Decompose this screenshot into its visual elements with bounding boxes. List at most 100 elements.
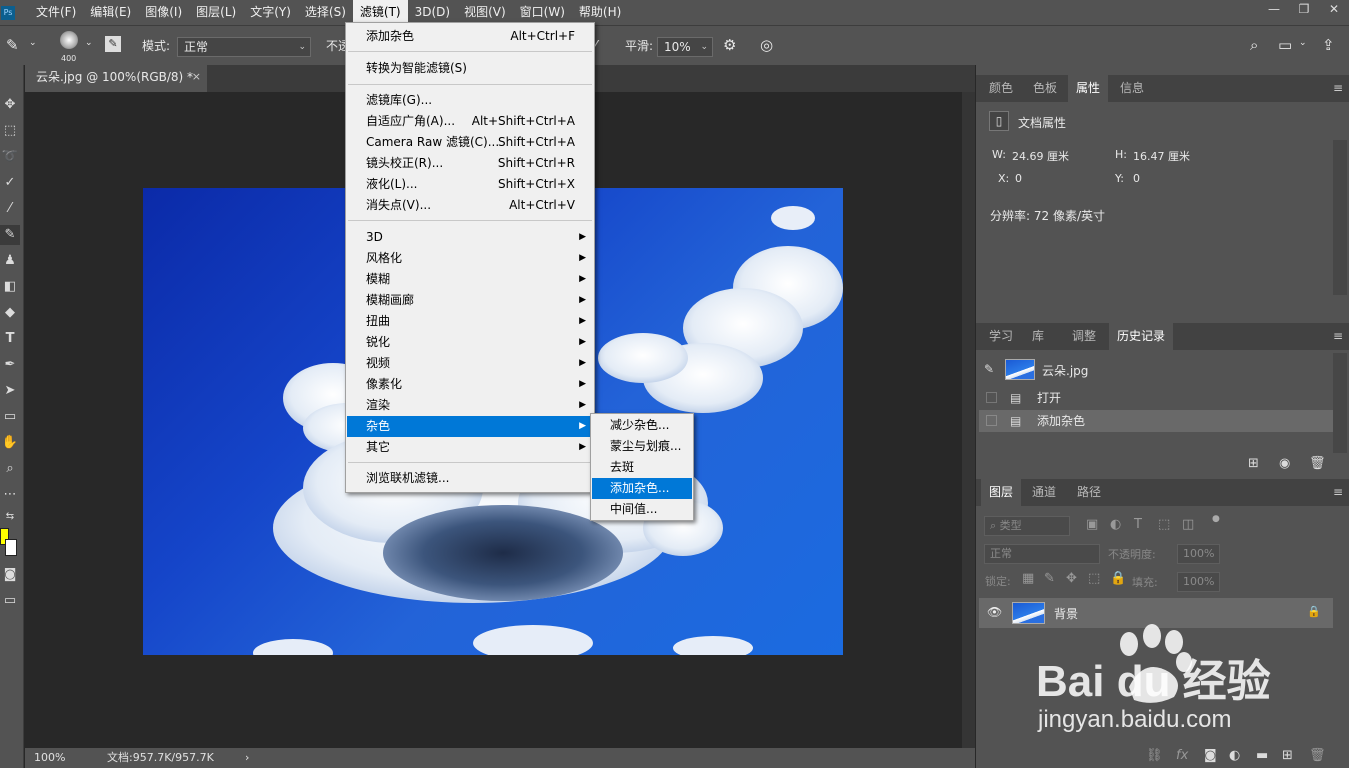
hand-tool-icon[interactable]: ✋ xyxy=(0,433,20,453)
stamp-tool-icon[interactable]: ♟ xyxy=(0,251,20,271)
adjustment-layer-icon[interactable]: ◐ xyxy=(1229,748,1240,763)
noise-submenu-median[interactable]: 中间值... xyxy=(592,499,692,520)
trash-icon[interactable]: 🗑 xyxy=(1309,748,1326,763)
menu-type[interactable]: 文字(Y) xyxy=(243,0,298,25)
chevron-down-icon[interactable]: ⌄ xyxy=(1299,38,1307,48)
lasso-tool-icon[interactable]: ➰ xyxy=(0,147,20,167)
filter-menu-item-browse-online[interactable]: 浏览联机滤镜... xyxy=(347,468,593,489)
new-layer-icon[interactable]: ⊞ xyxy=(1282,748,1293,763)
noise-submenu-dust-scratches[interactable]: 蒙尘与划痕... xyxy=(592,436,692,457)
tab-paths[interactable]: 路径 xyxy=(1069,479,1109,506)
type-tool-icon[interactable]: T xyxy=(0,329,20,349)
fill-field[interactable]: 100% xyxy=(1177,572,1220,592)
lock-position-icon[interactable]: ✥ xyxy=(1066,571,1077,586)
filter-menu-item-filter-gallery[interactable]: 滤镜库(G)... xyxy=(347,90,593,111)
new-document-from-state-icon[interactable]: ⊞ xyxy=(1248,456,1259,471)
filter-menu-item-noise[interactable]: 杂色 ▶ xyxy=(347,416,593,437)
tab-info[interactable]: 信息 xyxy=(1112,75,1152,102)
blend-mode-select[interactable]: 正常 xyxy=(984,544,1100,564)
filter-toggle-icon[interactable]: ● xyxy=(1212,514,1220,524)
panel-menu-icon[interactable]: ≡ xyxy=(1333,75,1343,102)
filter-shape-icon[interactable]: ⬚ xyxy=(1158,517,1170,532)
quick-select-tool-icon[interactable]: ✓ xyxy=(0,173,20,193)
filter-menu-item-sharpen[interactable]: 锐化 ▶ xyxy=(347,332,593,353)
filter-pixel-icon[interactable]: ▣ xyxy=(1086,517,1098,532)
history-brush-checkbox[interactable] xyxy=(986,392,997,403)
tab-color[interactable]: 颜色 xyxy=(981,75,1021,102)
filter-menu-item-last-filter[interactable]: 添加杂色 Alt+Ctrl+F xyxy=(347,26,593,47)
menu-file[interactable]: 文件(F) xyxy=(29,0,83,25)
filter-menu-item-video[interactable]: 视频 ▶ xyxy=(347,353,593,374)
path-select-tool-icon[interactable]: ➤ xyxy=(0,381,20,401)
layer-filter-select[interactable]: ⌕ 类型 xyxy=(984,516,1070,536)
quick-mask-icon[interactable]: ◙ xyxy=(0,565,20,585)
background-color-swatch[interactable] xyxy=(5,539,17,556)
link-layers-icon[interactable]: ⛓ xyxy=(1146,748,1163,763)
smoothing-select[interactable]: 10% ⌄ xyxy=(657,37,713,57)
menu-edit[interactable]: 编辑(E) xyxy=(83,0,138,25)
close-icon[interactable]: × xyxy=(192,65,201,89)
x-value[interactable]: 0 xyxy=(1015,172,1022,185)
lock-all-icon[interactable]: 🔒 xyxy=(1110,571,1126,586)
restore-button[interactable]: ❐ xyxy=(1289,0,1319,18)
tab-swatches[interactable]: 色板 xyxy=(1025,75,1065,102)
history-state-open[interactable]: ▤ 打开 xyxy=(979,387,1333,409)
zoom-tool-icon[interactable]: ⌕ xyxy=(0,459,20,479)
eye-icon[interactable]: 👁 xyxy=(987,605,1002,619)
canvas-vertical-scrollbar[interactable] xyxy=(962,92,975,748)
mode-select[interactable]: 正常 ⌄ xyxy=(177,37,311,57)
camera-icon[interactable]: ◉ xyxy=(1279,456,1290,471)
filter-menu-item-3d[interactable]: 3D ▶ xyxy=(347,227,593,248)
filter-menu-item-stylize[interactable]: 风格化 ▶ xyxy=(347,248,593,269)
gear-icon[interactable]: ⚙ xyxy=(723,36,736,54)
lock-image-icon[interactable]: ✎ xyxy=(1044,571,1055,586)
status-menu-arrow-icon[interactable]: › xyxy=(245,748,249,768)
search-icon[interactable]: ⌕ xyxy=(1250,36,1258,54)
filter-menu-item-smart-filter[interactable]: 转换为智能滤镜(S) xyxy=(347,58,593,79)
tab-history[interactable]: 历史记录 xyxy=(1109,323,1174,350)
tab-learn[interactable]: 学习 xyxy=(981,323,1021,350)
rectangle-tool-icon[interactable]: ▭ xyxy=(0,407,20,427)
zoom-level[interactable]: 100% xyxy=(34,748,65,768)
swap-colors-icon[interactable]: ⇆ xyxy=(0,507,20,527)
document-tab[interactable]: 云朵.jpg @ 100%(RGB/8) * × xyxy=(25,65,207,92)
tab-layers[interactable]: 图层 xyxy=(981,479,1022,506)
tool-preset-dropdown-icon[interactable]: ⌄ xyxy=(29,38,37,48)
filter-menu-item-lens-correction[interactable]: 镜头校正(R)... Shift+Ctrl+R xyxy=(347,153,593,174)
brush-tool-icon[interactable]: ✎ xyxy=(6,36,19,54)
marquee-tool-icon[interactable]: ⬚ xyxy=(0,121,20,141)
move-tool-icon[interactable]: ✥ xyxy=(0,95,20,115)
filter-menu-item-blur[interactable]: 模糊 ▶ xyxy=(347,269,593,290)
tab-channels[interactable]: 通道 xyxy=(1024,479,1064,506)
y-value[interactable]: 0 xyxy=(1133,172,1140,185)
more-tools-icon[interactable]: ⋯ xyxy=(0,485,20,505)
eraser-tool-icon[interactable]: ◧ xyxy=(0,277,20,297)
filter-type-icon[interactable]: T xyxy=(1134,517,1142,532)
layer-opacity-field[interactable]: 100% xyxy=(1177,544,1220,564)
menu-layer[interactable]: 图层(L) xyxy=(189,0,243,25)
tab-libraries[interactable]: 库 xyxy=(1024,323,1052,350)
history-brush-checkbox[interactable] xyxy=(986,415,997,426)
add-mask-icon[interactable]: ◙ xyxy=(1204,748,1217,763)
history-brush-source-icon[interactable]: ✎ xyxy=(984,362,994,376)
noise-submenu-add-noise[interactable]: 添加杂色... xyxy=(592,478,692,499)
filter-menu-item-adaptive-wide-angle[interactable]: 自适应广角(A)... Alt+Shift+Ctrl+A xyxy=(347,111,593,132)
filter-adjustment-icon[interactable]: ◐ xyxy=(1110,517,1121,532)
height-value[interactable]: 16.47 厘米 xyxy=(1133,148,1190,164)
workspace-icon[interactable]: ▭ xyxy=(1278,36,1292,54)
snapshot-name[interactable]: 云朵.jpg xyxy=(1042,362,1088,379)
filter-menu-item-pixelate[interactable]: 像素化 ▶ xyxy=(347,374,593,395)
layer-name[interactable]: 背景 xyxy=(1054,605,1078,622)
filter-menu-item-other[interactable]: 其它 ▶ xyxy=(347,437,593,458)
close-button[interactable]: ✕ xyxy=(1319,0,1349,18)
noise-submenu-reduce-noise[interactable]: 减少杂色... xyxy=(592,415,692,436)
panel-menu-icon[interactable]: ≡ xyxy=(1333,479,1343,506)
filter-menu-item-distort[interactable]: 扭曲 ▶ xyxy=(347,311,593,332)
symmetry-icon[interactable]: ◎ xyxy=(760,36,773,54)
width-value[interactable]: 24.69 厘米 xyxy=(1012,148,1069,164)
filter-menu-item-vanishing-point[interactable]: 消失点(V)... Alt+Ctrl+V xyxy=(347,195,593,216)
properties-scrollbar[interactable] xyxy=(1333,140,1347,295)
brush-settings-icon[interactable]: ✎ xyxy=(105,36,121,52)
screen-mode-icon[interactable]: ▭ xyxy=(0,591,20,611)
eyedropper-tool-icon[interactable]: ⁄ xyxy=(0,199,20,219)
